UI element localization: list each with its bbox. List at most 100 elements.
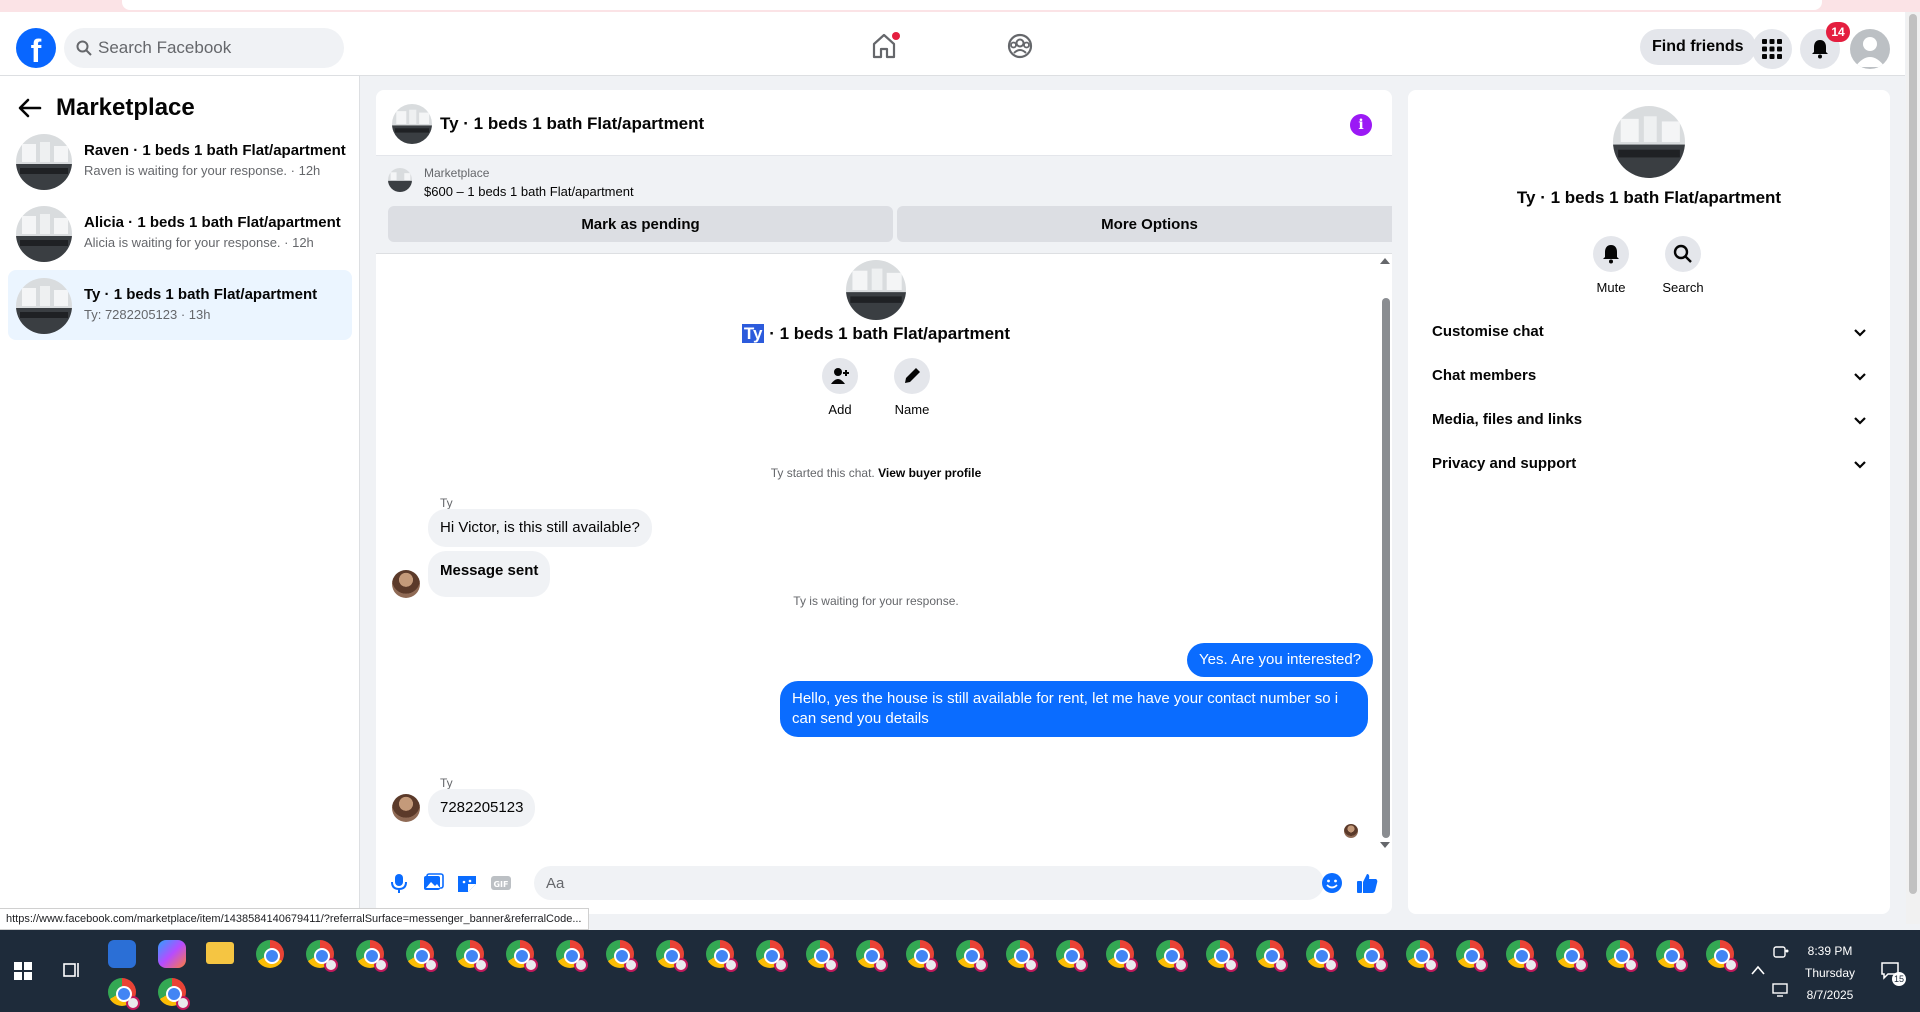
chrome-icon[interactable] (1556, 940, 1588, 972)
search-facebook-box[interactable] (64, 28, 344, 68)
chrome-icon[interactable] (108, 978, 140, 1010)
chevron-up-icon[interactable] (1750, 964, 1766, 976)
details-listing-thumbnail[interactable] (1613, 106, 1685, 178)
profile-avatar[interactable] (1850, 29, 1890, 69)
chrome-icon[interactable] (606, 940, 638, 972)
chrome-icon[interactable] (1006, 940, 1038, 972)
banner-listing-price[interactable]: $600 – 1 beds 1 bath Flat/apartment (424, 184, 634, 199)
chrome-icon[interactable] (1306, 940, 1338, 972)
chrome-icon[interactable] (1456, 940, 1488, 972)
search-in-conversation-action[interactable]: Search (1653, 236, 1713, 295)
privacy-support-section[interactable]: Privacy and support (1416, 442, 1882, 486)
info-icon[interactable]: i (1350, 114, 1372, 136)
chrome-icon[interactable] (158, 978, 190, 1010)
chrome-icon[interactable] (1106, 940, 1138, 972)
facebook-top-bar: f Find friends 14 (0, 12, 1905, 76)
outgoing-message[interactable]: Yes. Are you interested? (1187, 643, 1374, 677)
facebook-logo[interactable]: f (16, 28, 56, 68)
mute-action[interactable]: Mute (1581, 236, 1641, 295)
incoming-message[interactable]: Hi Victor, is this still available? (428, 509, 652, 547)
chrome-icon[interactable] (1406, 940, 1438, 972)
chrome-icon[interactable] (506, 940, 538, 972)
chrome-icon[interactable] (1056, 940, 1088, 972)
chrome-icon[interactable] (1706, 940, 1738, 972)
emoji-icon[interactable] (1321, 872, 1343, 894)
chrome-icon[interactable] (1206, 940, 1238, 972)
page-scrollbar[interactable] (1906, 12, 1920, 924)
windows-start-icon[interactable] (14, 962, 32, 980)
chrome-icon[interactable] (306, 940, 338, 972)
camera-status-icon[interactable] (1772, 944, 1790, 962)
details-title: Ty · 1 beds 1 bath Flat/apartment (1516, 188, 1782, 207)
photo-icon[interactable] (422, 872, 444, 894)
message-input[interactable] (534, 866, 1324, 900)
media-files-links-section[interactable]: Media, files and links (1416, 398, 1882, 442)
chrome-icon[interactable] (556, 940, 588, 972)
conversation-raven[interactable]: Raven · 1 beds 1 bath Flat/apartment Rav… (8, 126, 352, 196)
customise-chat-section[interactable]: Customise chat (1416, 310, 1882, 354)
taskbar-clock[interactable]: 8:39 PM Thursday 8/7/2025 (1790, 940, 1870, 1006)
task-view-icon[interactable] (62, 960, 82, 980)
chrome-icon[interactable] (806, 940, 838, 972)
chrome-icon[interactable] (256, 940, 284, 968)
marketplace-conversation-list: Marketplace Raven · 1 beds 1 bath Flat/a… (0, 76, 360, 922)
back-arrow-icon[interactable] (16, 94, 44, 122)
more-options-button[interactable]: More Options (897, 206, 1392, 242)
mark-as-pending-button[interactable]: Mark as pending (388, 206, 893, 242)
thumbs-up-icon[interactable] (1356, 872, 1378, 894)
chrome-icon[interactable] (1156, 940, 1188, 972)
find-friends-button[interactable]: Find friends (1640, 29, 1756, 65)
network-icon[interactable] (1772, 982, 1790, 998)
link-status-url: https://www.facebook.com/marketplace/ite… (0, 908, 589, 930)
incoming-message[interactable]: 7282205123 (428, 789, 536, 827)
bell-icon (1812, 40, 1828, 59)
section-label: Customise chat (1432, 323, 1544, 340)
menu-button[interactable] (1752, 29, 1792, 69)
view-buyer-profile-link[interactable]: View buyer profile (878, 466, 981, 480)
selected-text: Ty (741, 324, 765, 343)
edit-name-action[interactable]: Name (882, 358, 942, 417)
chrome-icon[interactable] (406, 940, 438, 972)
address-bar[interactable] (122, 0, 1822, 10)
scroll-down-arrow[interactable] (1380, 842, 1390, 848)
copilot-icon[interactable] (158, 940, 186, 968)
microphone-icon[interactable] (388, 872, 410, 894)
chrome-icon[interactable] (1656, 940, 1688, 972)
conversation-alicia[interactable]: Alicia · 1 beds 1 bath Flat/apartment Al… (8, 198, 352, 268)
chrome-icon[interactable] (656, 940, 688, 972)
search-input[interactable] (98, 28, 328, 68)
sticker-icon[interactable] (456, 872, 478, 894)
chrome-icon[interactable] (756, 940, 788, 972)
home-notification-dot (892, 32, 900, 40)
chrome-icon[interactable] (456, 940, 488, 972)
conversation-ty[interactable]: Ty · 1 beds 1 bath Flat/apartment Ty: 72… (8, 270, 352, 340)
outgoing-message[interactable]: Hello, yes the house is still available … (780, 681, 1368, 737)
gif-icon[interactable]: GIF (490, 872, 512, 894)
chrome-icon[interactable] (1256, 940, 1288, 972)
chevron-down-icon (1854, 329, 1866, 337)
bell-icon (1603, 245, 1619, 264)
paint-app-icon[interactable] (108, 940, 136, 968)
conversation-preview: Ty: 7282205123 · 13h (84, 307, 211, 322)
chrome-icon[interactable] (906, 940, 938, 972)
default-avatar-icon (1855, 37, 1885, 67)
incoming-message[interactable]: Message sent (428, 551, 551, 597)
chrome-icon[interactable] (1606, 940, 1638, 972)
chrome-icon[interactable] (706, 940, 738, 972)
chrome-icon[interactable] (356, 940, 388, 972)
conversation-title: Ty · 1 beds 1 bath Flat/apartment (84, 286, 318, 303)
chat-members-section[interactable]: Chat members (1416, 354, 1882, 398)
chrome-icon[interactable] (856, 940, 888, 972)
thread-scrollbar[interactable] (1379, 254, 1391, 852)
chrome-icon[interactable] (1506, 940, 1538, 972)
sender-avatar[interactable] (392, 794, 420, 822)
add-people-action[interactable]: Add (810, 358, 870, 417)
chrome-icon[interactable] (1356, 940, 1388, 972)
scroll-up-arrow[interactable] (1380, 258, 1390, 264)
chat-title[interactable]: Ty · 1 beds 1 bath Flat/apartment (440, 114, 704, 134)
groups-icon[interactable] (1002, 28, 1038, 64)
chat-listing-thumbnail[interactable] (392, 104, 432, 144)
banner-source: Marketplace (424, 166, 490, 180)
file-explorer-icon[interactable] (206, 942, 234, 964)
chrome-icon[interactable] (956, 940, 988, 972)
